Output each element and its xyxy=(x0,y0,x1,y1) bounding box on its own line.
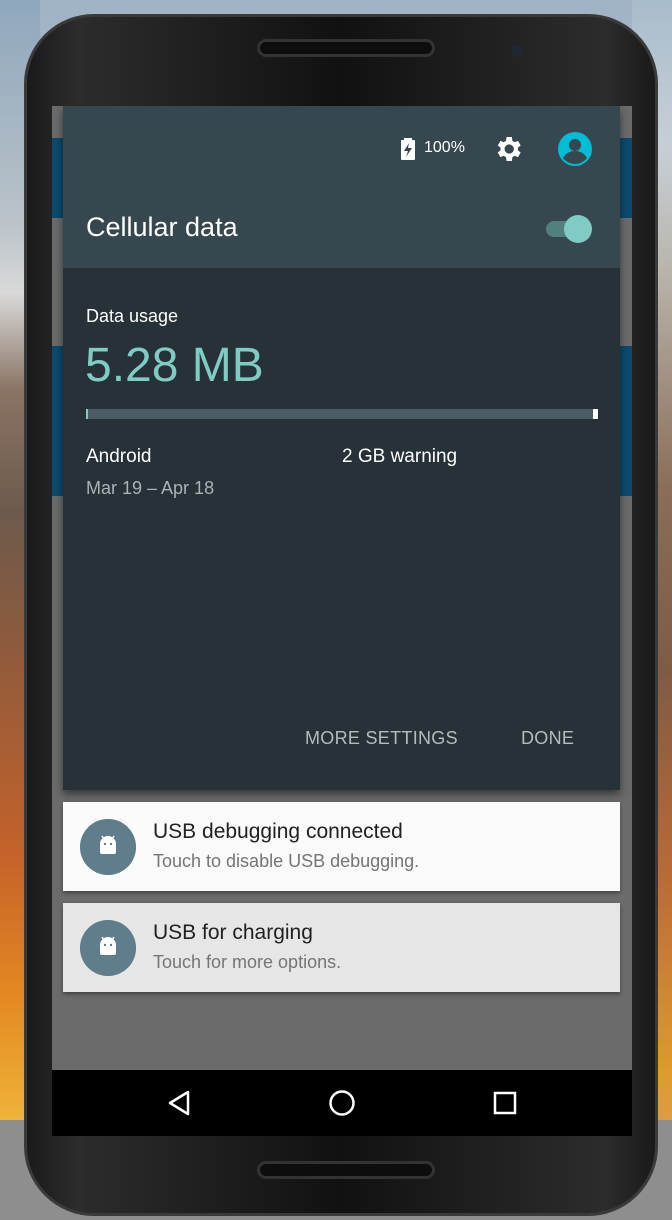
android-icon xyxy=(80,819,136,875)
data-usage-bar-fill xyxy=(86,409,88,419)
top-speaker xyxy=(257,39,435,57)
carrier-name: Android xyxy=(86,446,152,467)
notification-text: Touch for more options. xyxy=(153,952,342,972)
navigation-bar xyxy=(52,1070,632,1136)
notification-text: Touch to disable USB debugging. xyxy=(153,851,420,871)
warning-marker xyxy=(593,409,598,419)
notification-usb-debugging[interactable]: USB debugging connected Touch to disable… xyxy=(63,802,620,891)
front-camera xyxy=(511,45,523,57)
android-icon xyxy=(80,920,136,976)
billing-period: Mar 19 – Apr 18 xyxy=(86,478,215,498)
phone-screen: 100% Cellular data Data usage 5.28 MB An… xyxy=(52,106,632,1070)
data-usage-value: 5.28 MB xyxy=(85,339,264,392)
toggle-thumb xyxy=(564,215,592,243)
quick-settings-header: 100% Cellular data xyxy=(63,106,620,268)
back-icon[interactable] xyxy=(162,1086,196,1120)
done-button[interactable]: DONE xyxy=(521,728,574,749)
data-usage-bar xyxy=(86,409,598,419)
more-settings-button[interactable]: MORE SETTINGS xyxy=(305,728,458,749)
battery-charging-icon xyxy=(401,138,415,160)
quick-settings-panel: 100% Cellular data Data usage 5.28 MB An… xyxy=(63,106,620,790)
data-usage-label: Data usage xyxy=(86,306,179,326)
bottom-speaker xyxy=(257,1161,435,1179)
notification-usb-charging[interactable]: USB for charging Touch for more options. xyxy=(63,903,620,992)
notification-title: USB for charging xyxy=(153,921,313,944)
notification-title: USB debugging connected xyxy=(153,820,403,843)
user-avatar-icon[interactable] xyxy=(557,131,593,167)
recents-icon[interactable] xyxy=(488,1086,522,1120)
data-warning-limit: 2 GB warning xyxy=(342,446,458,467)
panel-title: Cellular data xyxy=(86,212,238,242)
gear-icon[interactable] xyxy=(492,133,524,165)
battery-percent: 100% xyxy=(424,139,465,156)
home-icon[interactable] xyxy=(325,1086,359,1120)
cellular-data-toggle[interactable] xyxy=(546,214,596,244)
